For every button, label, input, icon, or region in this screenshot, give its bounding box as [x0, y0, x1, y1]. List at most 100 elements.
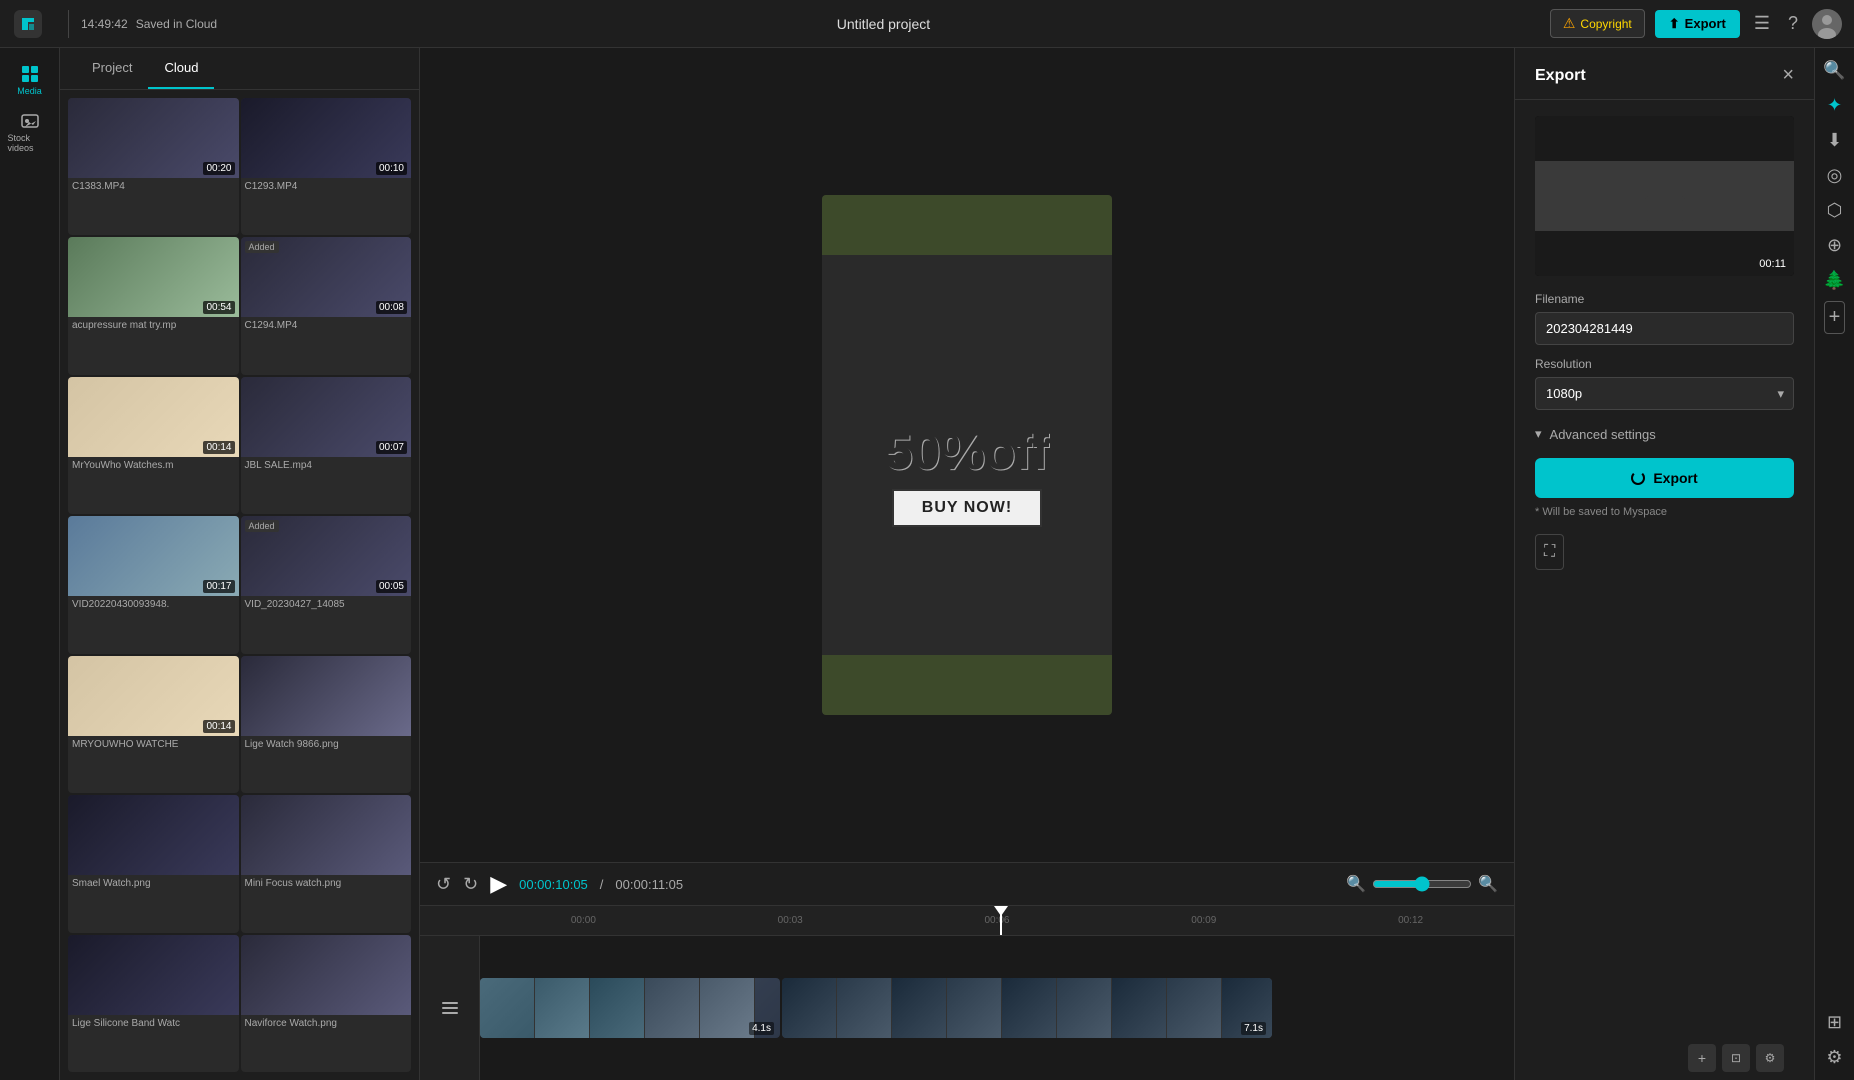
- export-top-button[interactable]: ⬆ Export: [1655, 10, 1740, 38]
- export-panel-title: Export: [1535, 67, 1586, 85]
- list-item[interactable]: 00:14 MrYouWho Watches.m: [68, 377, 239, 514]
- zoom-control: 🔍 🔍: [1346, 874, 1498, 894]
- export-top-label: Export: [1685, 16, 1726, 31]
- tab-project[interactable]: Project: [76, 48, 148, 89]
- timeline-clip-2[interactable]: 7.1s: [782, 978, 1272, 1038]
- added-badge: Added: [245, 241, 279, 253]
- topbar: 14:49:42 Saved in Cloud Untitled project…: [0, 0, 1854, 48]
- resolution-select[interactable]: 720p 1080p 4K: [1535, 377, 1794, 410]
- list-item[interactable]: Lige Watch 9866.png: [241, 656, 412, 793]
- export-preview-thumbnail: 00:11: [1535, 116, 1794, 276]
- media-thumbnail: 00:17: [68, 516, 239, 596]
- add-panel-button[interactable]: +: [1824, 301, 1846, 334]
- clip-thumbnails: [782, 978, 1272, 1038]
- media-thumbnail: [68, 795, 239, 875]
- export-thumb-duration: 00:11: [1759, 258, 1786, 270]
- list-item[interactable]: 00:07 JBL SALE.mp4: [241, 377, 412, 514]
- layout-panel-button[interactable]: ⊞: [1823, 1008, 1846, 1037]
- media-duration: 00:10: [376, 162, 407, 175]
- download-panel-button[interactable]: ⬇: [1823, 126, 1846, 155]
- list-item[interactable]: 00:17 VID20220430093948.: [68, 516, 239, 653]
- clip-thumb: [700, 978, 755, 1038]
- list-item[interactable]: Mini Focus watch.png: [241, 795, 412, 932]
- nav-stock-label: Stock videos: [8, 133, 52, 153]
- export-note: * Will be saved to Myspace: [1515, 506, 1814, 534]
- list-item[interactable]: Added 00:08 C1294.MP4: [241, 237, 412, 374]
- effects-panel-button[interactable]: ✦: [1823, 91, 1846, 120]
- manage-projects-button[interactable]: ☰: [1750, 9, 1774, 38]
- user-avatar[interactable]: [1812, 9, 1842, 39]
- clip-thumb: [590, 978, 645, 1038]
- sale-text: 50%off: [885, 423, 1049, 481]
- left-nav: Media Stock videos: [0, 48, 60, 1080]
- resolution-field: Resolution 720p 1080p 4K: [1515, 357, 1814, 422]
- chevron-down-icon: ▾: [1535, 426, 1542, 442]
- ruler-06: 00:06: [894, 915, 1101, 926]
- media-duration: 00:17: [203, 580, 234, 593]
- media-name: MrYouWho Watches.m: [68, 457, 239, 476]
- list-item[interactable]: Lige Silicone Band Watc: [68, 935, 239, 1072]
- advanced-settings-toggle[interactable]: ▾ Advanced settings: [1515, 422, 1814, 454]
- clip-thumb: [892, 978, 947, 1038]
- nav-media[interactable]: Media: [8, 58, 52, 102]
- playhead[interactable]: [1000, 906, 1002, 935]
- resolution-label: Resolution: [1535, 357, 1794, 371]
- list-item[interactable]: 00:14 MRYOUWHO WATCHE: [68, 656, 239, 793]
- zoom-slider[interactable]: [1372, 876, 1472, 892]
- export-action-button[interactable]: Export: [1535, 458, 1794, 498]
- media-thumbnail: 00:54: [68, 237, 239, 317]
- export-close-button[interactable]: ×: [1782, 64, 1794, 87]
- media-name: acupressure mat try.mp: [68, 317, 239, 336]
- clip-2-duration: 7.1s: [1241, 1022, 1266, 1035]
- media-thumbnail: 00:14: [68, 656, 239, 736]
- clip-thumb: [645, 978, 700, 1038]
- nav-media-label: Media: [17, 86, 42, 96]
- clip-thumb: [1057, 978, 1112, 1038]
- media-name: Lige Silicone Band Watc: [68, 1015, 239, 1034]
- clip-thumb: [1112, 978, 1167, 1038]
- added-badge: Added: [245, 520, 279, 532]
- media-duration: 00:54: [203, 301, 234, 314]
- filename-input[interactable]: [1535, 312, 1794, 345]
- settings-panel-button[interactable]: ⚙: [1822, 1043, 1846, 1072]
- media-duration: 00:07: [376, 441, 407, 454]
- tab-cloud[interactable]: Cloud: [148, 48, 214, 89]
- help-button[interactable]: ?: [1784, 9, 1802, 38]
- copyright-label: Copyright: [1580, 17, 1631, 31]
- apps-panel-button[interactable]: ⬡: [1823, 196, 1847, 225]
- list-item[interactable]: 00:10 C1293.MP4: [241, 98, 412, 235]
- topbar-right: ⚠ Copyright ⬆ Export ☰ ?: [1550, 9, 1842, 39]
- project-title[interactable]: Untitled project: [217, 16, 1550, 32]
- media-thumbnail: Added 00:05: [241, 516, 412, 596]
- timeline-ruler: 00:00 00:03 00:06 00:09 00:12: [420, 906, 1514, 936]
- media-thumbnail: [68, 935, 239, 1015]
- list-item[interactable]: Naviforce Watch.png: [241, 935, 412, 1072]
- tree-panel-button[interactable]: 🌲: [1819, 266, 1849, 295]
- media-thumbnail: 00:07: [241, 377, 412, 457]
- list-item[interactable]: Added 00:05 VID_20230427_14085: [241, 516, 412, 653]
- list-item[interactable]: Smael Watch.png: [68, 795, 239, 932]
- undo-button[interactable]: ↺: [436, 874, 451, 895]
- zoom-out-icon[interactable]: 🔍: [1346, 874, 1366, 894]
- app-logo: [12, 8, 44, 40]
- media-name: C1383.MP4: [68, 178, 239, 197]
- list-item[interactable]: 00:54 acupressure mat try.mp: [68, 237, 239, 374]
- nav-stock[interactable]: Stock videos: [8, 110, 52, 154]
- redo-button[interactable]: ↻: [463, 874, 478, 895]
- play-button[interactable]: ▶: [490, 871, 507, 897]
- copyright-button[interactable]: ⚠ Copyright: [1550, 9, 1645, 38]
- outlook-panel-button[interactable]: ◎: [1823, 161, 1847, 190]
- fullscreen-button[interactable]: ⛶: [1535, 534, 1564, 570]
- playhead-triangle: [994, 906, 1008, 916]
- list-item[interactable]: 00:20 C1383.MP4: [68, 98, 239, 235]
- timeline-track: 4.1s: [420, 936, 1514, 1080]
- zoom-in-icon[interactable]: 🔍: [1478, 874, 1498, 894]
- timeline-clip-1[interactable]: 4.1s: [480, 978, 780, 1038]
- clip-thumb: [1167, 978, 1222, 1038]
- map-panel-button[interactable]: ⊕: [1823, 231, 1846, 260]
- media-name: Smael Watch.png: [68, 875, 239, 894]
- search-panel-button[interactable]: 🔍: [1819, 56, 1849, 85]
- ruler-00: 00:00: [480, 915, 687, 926]
- media-thumbnail: [241, 795, 412, 875]
- preview-area: 50%off BUY NOW! ↺ ↻ ▶ 00:00:10:05 / 00:0…: [420, 48, 1514, 1080]
